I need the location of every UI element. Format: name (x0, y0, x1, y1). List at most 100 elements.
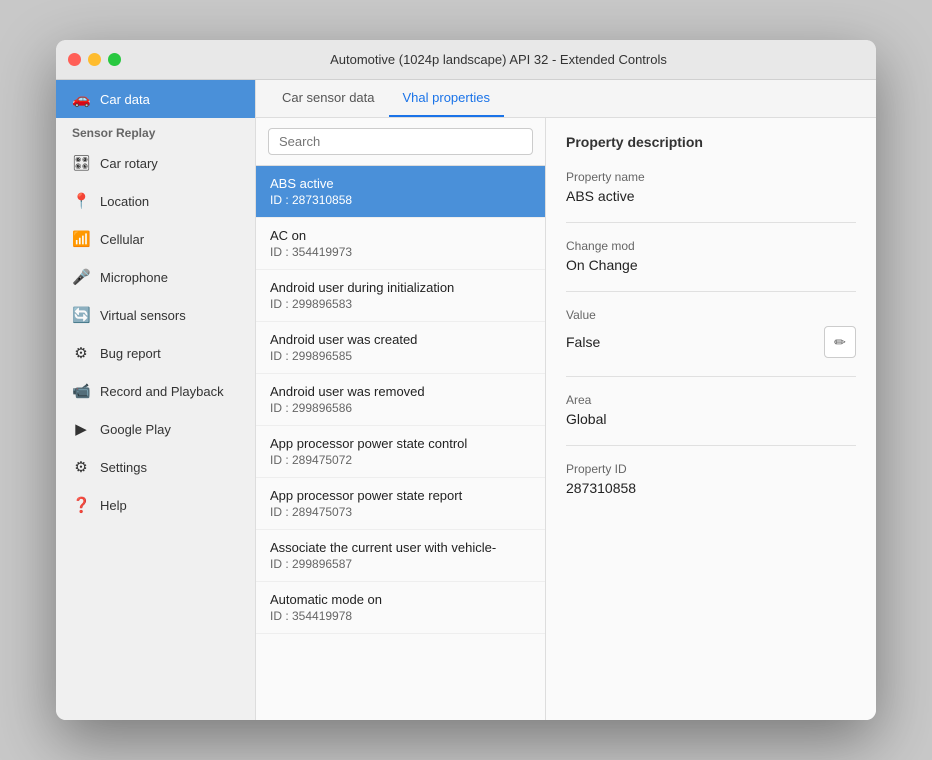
tab-bar: Car sensor data Vhal properties (256, 80, 876, 118)
cellular-icon: 📶 (72, 230, 90, 248)
property-name-value: ABS active (566, 188, 856, 204)
property-name-label: Property name (566, 170, 856, 184)
window-title: Automotive (1024p landscape) API 32 - Ex… (133, 52, 864, 67)
divider-4 (566, 445, 856, 446)
divider-1 (566, 222, 856, 223)
sidebar-item-label: Car data (100, 92, 150, 107)
bug-report-icon: ⚙ (72, 344, 90, 362)
prop-name: Automatic mode on (270, 592, 531, 607)
prop-name: App processor power state report (270, 488, 531, 503)
sidebar-item-google-play[interactable]: ▶ Google Play (56, 410, 255, 448)
sidebar-item-car-data[interactable]: 🚗 Car data (56, 80, 255, 118)
property-id-label: Property ID (566, 462, 856, 476)
detail-section-value: Value False ✏ (566, 308, 856, 358)
detail-section-property-id: Property ID 287310858 (566, 462, 856, 496)
prop-name: Android user was created (270, 332, 531, 347)
property-items: ABS active ID : 287310858 AC on ID : 354… (256, 166, 545, 720)
prop-id: ID : 289475073 (270, 505, 531, 519)
change-mod-value: On Change (566, 257, 856, 273)
sidebar-item-record-playback[interactable]: 📹 Record and Playback (56, 372, 255, 410)
edit-value-button[interactable]: ✏ (824, 326, 856, 358)
help-icon: ❓ (72, 496, 90, 514)
sidebar-item-label: Cellular (100, 232, 144, 247)
sidebar-item-label: Record and Playback (100, 384, 224, 399)
sidebar-item-label: Location (100, 194, 149, 209)
property-item-ac-on[interactable]: AC on ID : 354419973 (256, 218, 545, 270)
close-button[interactable] (68, 53, 81, 66)
property-list: ABS active ID : 287310858 AC on ID : 354… (256, 118, 546, 720)
sidebar-item-label: Virtual sensors (100, 308, 186, 323)
area-value: Global (566, 411, 856, 427)
minimize-button[interactable] (88, 53, 101, 66)
main-window: Automotive (1024p landscape) API 32 - Ex… (56, 40, 876, 720)
prop-id: ID : 354419978 (270, 609, 531, 623)
detail-section-area: Area Global (566, 393, 856, 427)
main-area: Car sensor data Vhal properties ABS acti… (256, 80, 876, 720)
content-area: 🚗 Car data Sensor Replay 🎛 Car rotary 📍 … (56, 80, 876, 720)
property-item-app-proc-report[interactable]: App processor power state report ID : 28… (256, 478, 545, 530)
traffic-lights (68, 53, 121, 66)
sidebar-item-location[interactable]: 📍 Location (56, 182, 255, 220)
property-item-app-proc-control[interactable]: App processor power state control ID : 2… (256, 426, 545, 478)
record-playback-icon: 📹 (72, 382, 90, 400)
sidebar-item-label: Help (100, 498, 127, 513)
search-bar (256, 118, 545, 166)
prop-name: Android user was removed (270, 384, 531, 399)
prop-id: ID : 287310858 (270, 193, 531, 207)
property-item-assoc-user[interactable]: Associate the current user with vehicle-… (256, 530, 545, 582)
google-play-icon: ▶ (72, 420, 90, 438)
sidebar-item-help[interactable]: ❓ Help (56, 486, 255, 524)
value-value: False (566, 334, 600, 350)
prop-id: ID : 299896583 (270, 297, 531, 311)
property-item-android-user-created[interactable]: Android user was created ID : 299896585 (256, 322, 545, 374)
car-rotary-icon: 🎛 (72, 154, 90, 172)
sidebar: 🚗 Car data Sensor Replay 🎛 Car rotary 📍 … (56, 80, 256, 720)
sidebar-item-bug-report[interactable]: ⚙ Bug report (56, 334, 255, 372)
change-mod-label: Change mod (566, 239, 856, 253)
prop-name: Android user during initialization (270, 280, 531, 295)
virtual-sensors-icon: 🔄 (72, 306, 90, 324)
detail-header: Property description (566, 134, 856, 150)
sidebar-item-label: Microphone (100, 270, 168, 285)
detail-section-property-name: Property name ABS active (566, 170, 856, 204)
property-item-auto-mode-on[interactable]: Automatic mode on ID : 354419978 (256, 582, 545, 634)
property-item-abs-active[interactable]: ABS active ID : 287310858 (256, 166, 545, 218)
sidebar-item-label: Settings (100, 460, 147, 475)
sidebar-item-label: Bug report (100, 346, 161, 361)
value-label: Value (566, 308, 856, 322)
tab-car-sensor-data[interactable]: Car sensor data (268, 80, 389, 117)
area-label: Area (566, 393, 856, 407)
main-body: ABS active ID : 287310858 AC on ID : 354… (256, 118, 876, 720)
sidebar-item-cellular[interactable]: 📶 Cellular (56, 220, 255, 258)
microphone-icon: 🎤 (72, 268, 90, 286)
property-detail: Property description Property name ABS a… (546, 118, 876, 720)
prop-id: ID : 289475072 (270, 453, 531, 467)
property-item-android-user-init[interactable]: Android user during initialization ID : … (256, 270, 545, 322)
edit-icon: ✏ (834, 334, 846, 351)
sensor-replay-label: Sensor Replay (56, 118, 255, 144)
prop-id: ID : 299896587 (270, 557, 531, 571)
property-id-value: 287310858 (566, 480, 856, 496)
prop-id: ID : 299896586 (270, 401, 531, 415)
sidebar-item-label: Google Play (100, 422, 171, 437)
settings-icon: ⚙ (72, 458, 90, 476)
property-item-android-user-removed[interactable]: Android user was removed ID : 299896586 (256, 374, 545, 426)
prop-id: ID : 299896585 (270, 349, 531, 363)
prop-name: App processor power state control (270, 436, 531, 451)
sidebar-item-virtual-sensors[interactable]: 🔄 Virtual sensors (56, 296, 255, 334)
tab-vhal-properties[interactable]: Vhal properties (389, 80, 504, 117)
prop-name: AC on (270, 228, 531, 243)
sidebar-item-microphone[interactable]: 🎤 Microphone (56, 258, 255, 296)
car-data-icon: 🚗 (72, 90, 90, 108)
location-icon: 📍 (72, 192, 90, 210)
title-bar: Automotive (1024p landscape) API 32 - Ex… (56, 40, 876, 80)
prop-name: ABS active (270, 176, 531, 191)
detail-section-change-mod: Change mod On Change (566, 239, 856, 273)
sidebar-item-settings[interactable]: ⚙ Settings (56, 448, 255, 486)
maximize-button[interactable] (108, 53, 121, 66)
search-input[interactable] (268, 128, 533, 155)
prop-id: ID : 354419973 (270, 245, 531, 259)
prop-name: Associate the current user with vehicle- (270, 540, 531, 555)
divider-2 (566, 291, 856, 292)
sidebar-item-car-rotary[interactable]: 🎛 Car rotary (56, 144, 255, 182)
